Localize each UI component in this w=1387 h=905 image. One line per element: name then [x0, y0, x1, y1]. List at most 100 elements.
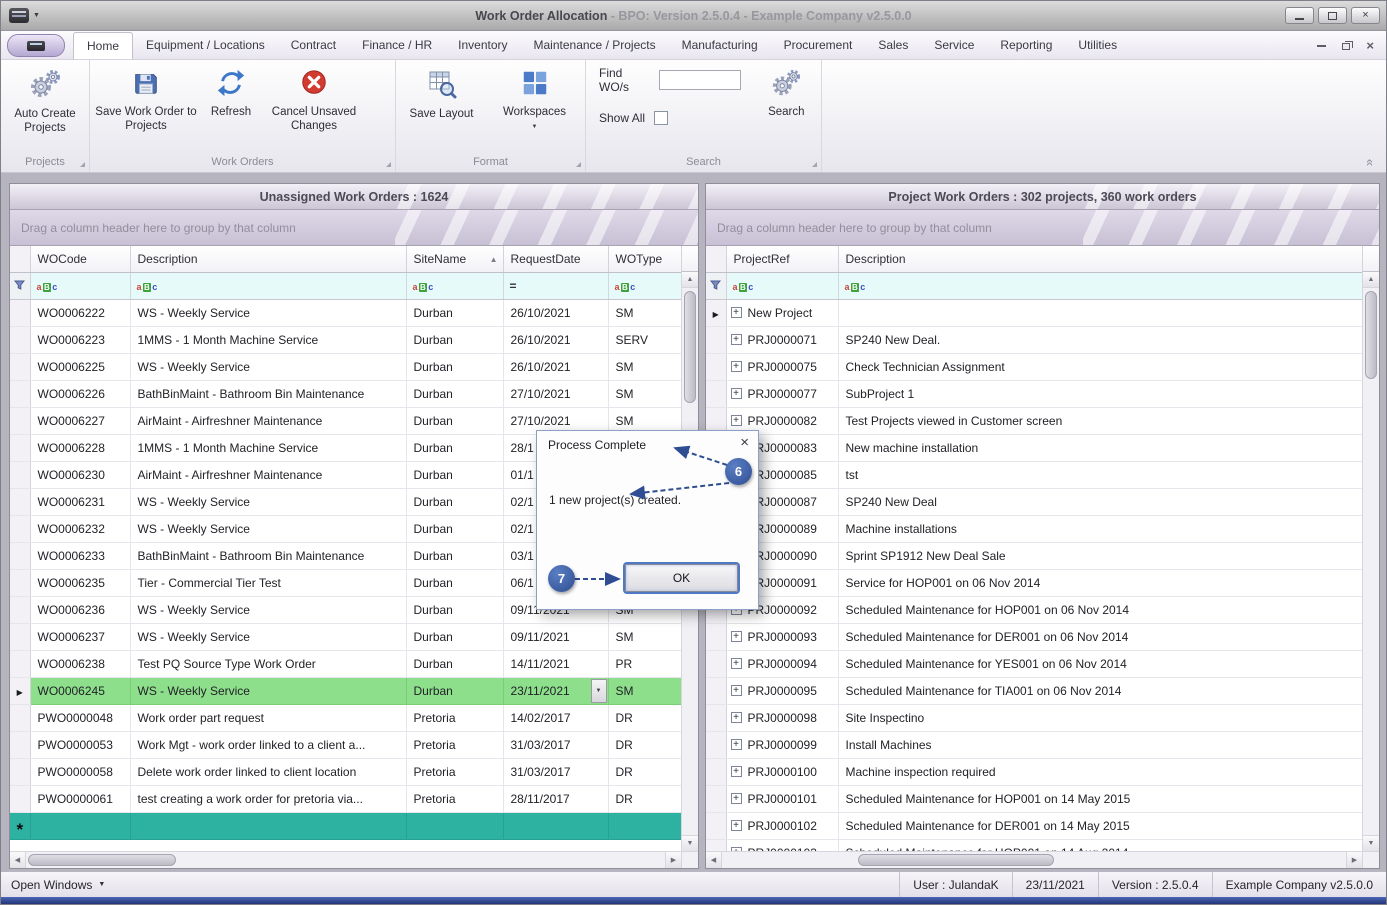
- expand-row-icon[interactable]: [730, 711, 742, 723]
- cell-sitename[interactable]: Durban: [406, 407, 504, 435]
- cell-sitename[interactable]: Durban: [406, 380, 504, 408]
- filter-cell-requestdate[interactable]: =: [503, 272, 609, 300]
- cell-sitename[interactable]: Durban: [406, 623, 504, 651]
- cell-description[interactable]: Machine installations: [838, 515, 1363, 543]
- ribbon-tab[interactable]: Service: [921, 32, 987, 59]
- cell-wotype[interactable]: PR: [608, 650, 682, 678]
- work-order-row[interactable]: WO0006238 Test PQ Source Type Work Order…: [10, 650, 682, 678]
- save-work-order-button[interactable]: Save Work Order to Projects: [93, 65, 199, 136]
- cell-wotype[interactable]: SM: [608, 677, 682, 705]
- filter-cell-description[interactable]: [130, 272, 407, 300]
- cell-wotype[interactable]: DR: [608, 785, 682, 813]
- cell-sitename[interactable]: Durban: [406, 515, 504, 543]
- cell-wocode[interactable]: WO0006236: [30, 596, 131, 624]
- cell-description[interactable]: Scheduled Maintenance for HOP001 on 14 M…: [838, 785, 1363, 813]
- cell-wotype[interactable]: DR: [608, 704, 682, 732]
- right-group-by-bar[interactable]: Drag a column header here to group by th…: [706, 210, 1379, 246]
- cell-sitename[interactable]: [406, 812, 504, 840]
- ribbon-tab[interactable]: Contract: [278, 32, 349, 59]
- cell-requestdate[interactable]: 31/03/2017: [503, 758, 609, 786]
- expand-row-icon[interactable]: [730, 792, 742, 804]
- cell-sitename[interactable]: Durban: [406, 596, 504, 624]
- cell-requestdate[interactable]: 09/11/2021: [503, 623, 609, 651]
- date-dropdown-button[interactable]: [590, 678, 607, 703]
- cell-wocode[interactable]: WO0006231: [30, 488, 131, 516]
- show-all-checkbox[interactable]: [654, 111, 669, 125]
- cell-wotype[interactable]: SM: [608, 299, 682, 327]
- cell-sitename[interactable]: Durban: [406, 434, 504, 462]
- cell-description[interactable]: Scheduled Maintenance for DER001 on 06 N…: [838, 623, 1363, 651]
- scroll-thumb[interactable]: [858, 854, 1054, 866]
- project-row[interactable]: PRJ0000102 Scheduled Maintenance for DER…: [706, 812, 1363, 840]
- project-row[interactable]: PRJ0000100 Machine inspection required: [706, 758, 1363, 786]
- cell-description[interactable]: Test Projects viewed in Customer screen: [838, 407, 1363, 435]
- ribbon-tab[interactable]: Maintenance / Projects: [521, 32, 669, 59]
- scroll-thumb[interactable]: [684, 291, 696, 403]
- cell-description[interactable]: Tier - Commercial Tier Test: [130, 569, 407, 597]
- project-row[interactable]: PRJ0000093 Scheduled Maintenance for DER…: [706, 623, 1363, 651]
- filter-cell-description[interactable]: [838, 272, 1363, 300]
- project-row[interactable]: PRJ0000087 SP240 New Deal: [706, 488, 1363, 516]
- cell-projectref[interactable]: PRJ0000098: [726, 704, 839, 732]
- dialog-close-icon[interactable]: ×: [740, 434, 749, 451]
- cell-sitename[interactable]: Durban: [406, 299, 504, 327]
- ribbon-tab[interactable]: Sales: [865, 32, 921, 59]
- cell-description[interactable]: 1MMS - 1 Month Machine Service: [130, 326, 407, 354]
- ok-button[interactable]: OK: [625, 564, 738, 592]
- expand-row-icon[interactable]: [730, 819, 742, 831]
- cell-description[interactable]: Scheduled Maintenance for HOP001 on 06 N…: [838, 596, 1363, 624]
- project-row[interactable]: PRJ0000089 Machine installations: [706, 515, 1363, 543]
- cell-wocode[interactable]: WO0006232: [30, 515, 131, 543]
- workspaces-button[interactable]: Workspaces ▼: [493, 65, 577, 134]
- cell-projectref[interactable]: PRJ0000102: [726, 812, 839, 840]
- cell-description[interactable]: Work order part request: [130, 704, 407, 732]
- ribbon-tab[interactable]: Utilities: [1065, 32, 1130, 59]
- cell-wocode[interactable]: PWO0000053: [30, 731, 131, 759]
- cell-description[interactable]: Site Inspectino: [838, 704, 1363, 732]
- cell-sitename[interactable]: Durban: [406, 353, 504, 381]
- expand-row-icon[interactable]: [730, 765, 742, 777]
- work-order-row[interactable]: WO0006226 BathBinMaint - Bathroom Bin Ma…: [10, 380, 682, 408]
- work-order-row[interactable]: PWO0000048 Work order part request Preto…: [10, 704, 682, 732]
- ribbon-tab[interactable]: Reporting: [987, 32, 1065, 59]
- project-row[interactable]: PRJ0000095 Scheduled Maintenance for TIA…: [706, 677, 1363, 705]
- column-header-wotype[interactable]: WOType: [608, 246, 682, 273]
- column-header-description[interactable]: Description: [130, 246, 407, 273]
- cell-description[interactable]: [130, 812, 407, 840]
- ribbon-tab[interactable]: Equipment / Locations: [133, 32, 278, 59]
- project-row[interactable]: PRJ0000083 New machine installation: [706, 434, 1363, 462]
- expand-row-icon[interactable]: [730, 414, 742, 426]
- right-vertical-scrollbar[interactable]: ▲ ▼: [1362, 272, 1379, 851]
- cell-description[interactable]: AirMaint - Airfreshner Maintenance: [130, 461, 407, 489]
- project-row[interactable]: PRJ0000090 Sprint SP1912 New Deal Sale: [706, 542, 1363, 570]
- app-icon[interactable]: [9, 8, 29, 23]
- application-menu-button[interactable]: [7, 34, 65, 57]
- refresh-button[interactable]: Refresh: [199, 65, 263, 123]
- expand-row-icon[interactable]: [730, 657, 742, 669]
- cell-description[interactable]: 1MMS - 1 Month Machine Service: [130, 434, 407, 462]
- filter-cell-wocode[interactable]: [30, 272, 131, 300]
- cell-wocode[interactable]: WO0006228: [30, 434, 131, 462]
- cell-sitename[interactable]: Pretoria: [406, 785, 504, 813]
- cell-wocode[interactable]: PWO0000058: [30, 758, 131, 786]
- cell-wocode[interactable]: WO0006226: [30, 380, 131, 408]
- cell-description[interactable]: Work Mgt - work order linked to a client…: [130, 731, 407, 759]
- cell-projectref[interactable]: PRJ0000100: [726, 758, 839, 786]
- column-header-sitename[interactable]: SiteName ▲: [406, 246, 504, 273]
- open-windows-button[interactable]: Open Windows ▼: [1, 878, 115, 892]
- left-group-by-bar[interactable]: Drag a column header here to group by th…: [10, 210, 698, 246]
- cell-description[interactable]: New machine installation: [838, 434, 1363, 462]
- cell-wotype[interactable]: SM: [608, 623, 682, 651]
- cell-requestdate[interactable]: 31/03/2017: [503, 731, 609, 759]
- minimize-button[interactable]: [1285, 7, 1314, 24]
- ribbon-tab[interactable]: Inventory: [445, 32, 520, 59]
- cell-requestdate[interactable]: 26/10/2021: [503, 326, 609, 354]
- project-row[interactable]: PRJ0000099 Install Machines: [706, 731, 1363, 759]
- scroll-right-arrow[interactable]: ▶: [665, 852, 681, 868]
- cell-projectref[interactable]: New Project: [726, 299, 839, 327]
- work-order-row[interactable]: WO0006222 WS - Weekly Service Durban 26/…: [10, 299, 682, 327]
- cell-projectref[interactable]: PRJ0000077: [726, 380, 839, 408]
- cell-sitename[interactable]: Durban: [406, 650, 504, 678]
- cell-requestdate[interactable]: 26/10/2021: [503, 299, 609, 327]
- expand-row-icon[interactable]: [730, 360, 742, 372]
